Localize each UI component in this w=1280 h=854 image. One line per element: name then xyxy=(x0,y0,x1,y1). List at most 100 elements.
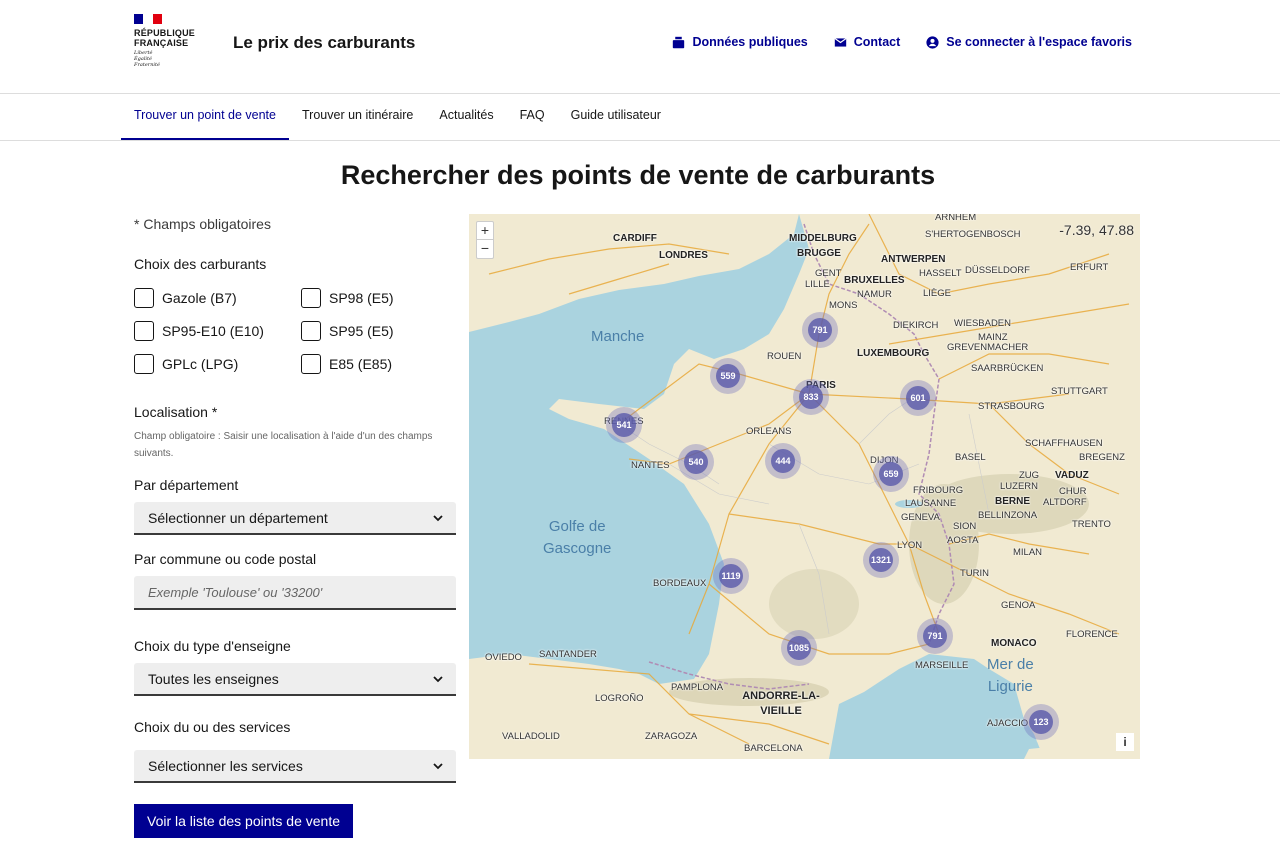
fuel-checkbox-sp98[interactable]: SP98 (E5) xyxy=(301,288,394,308)
city-label: MONS xyxy=(829,300,858,311)
station-cluster[interactable]: 541 xyxy=(606,407,642,443)
fuel-label: Gazole (B7) xyxy=(162,290,237,306)
checkbox[interactable] xyxy=(301,321,321,341)
cluster-count: 833 xyxy=(799,385,823,409)
zoom-out-button[interactable]: − xyxy=(477,240,493,258)
fuel-label: SP98 (E5) xyxy=(329,290,394,306)
map-base-layer xyxy=(469,214,1140,759)
tab-user-guide[interactable]: Guide utilisateur xyxy=(558,94,674,140)
station-cluster[interactable]: 1119 xyxy=(713,558,749,594)
station-cluster[interactable]: 601 xyxy=(900,380,936,416)
tab-news[interactable]: Actualités xyxy=(426,94,506,140)
show-stations-list-button[interactable]: Voir la liste des points de vente xyxy=(134,804,354,838)
sea-label: Golfe de Gascogne xyxy=(543,518,612,557)
cluster-count: 541 xyxy=(612,413,636,437)
city-label: GREVENMACHER xyxy=(947,342,1029,353)
map-coordinates: -7.39, 47.88 xyxy=(1059,222,1134,238)
fuel-checkbox-gplc[interactable]: GPLc (LPG) xyxy=(134,354,238,374)
station-cluster[interactable]: 659 xyxy=(873,456,909,492)
fuel-checkbox-sp95[interactable]: SP95 (E5) xyxy=(301,321,394,341)
map-attribution-info-button[interactable]: i xyxy=(1116,733,1134,751)
sea-label: Manche xyxy=(591,328,645,345)
zoom-control: + − xyxy=(476,221,494,259)
city-label: LONDRES xyxy=(659,250,708,261)
city-label: ANTWERPEN xyxy=(881,254,946,265)
open-data-link[interactable]: Données publiques xyxy=(672,35,808,49)
brand-type-select[interactable]: Toutes les enseignes xyxy=(134,663,456,696)
city-label: VADUZ xyxy=(1055,470,1089,481)
tab-faq[interactable]: FAQ xyxy=(507,94,558,140)
checkbox[interactable] xyxy=(134,321,154,341)
city-label: ALTDORF xyxy=(1043,497,1087,508)
city-label: STRASBOURG xyxy=(978,401,1045,412)
station-cluster[interactable]: 540 xyxy=(678,444,714,480)
station-cluster[interactable]: 444 xyxy=(765,443,801,479)
station-cluster[interactable]: 559 xyxy=(710,358,746,394)
fuel-choice-label: Choix des carburants xyxy=(134,256,267,272)
site-title[interactable]: Le prix des carburants xyxy=(233,33,415,53)
city-label: BELLINZONA xyxy=(978,510,1038,521)
commune-input[interactable]: Exemple 'Toulouse' ou '33200' xyxy=(134,576,456,610)
department-select[interactable]: Sélectionner un département xyxy=(134,502,456,535)
city-label: BREGENZ xyxy=(1079,452,1125,463)
login-link[interactable]: Se connecter à l'espace favoris xyxy=(926,35,1132,49)
required-note: * Champs obligatoires xyxy=(134,216,271,232)
tab-find-route[interactable]: Trouver un itinéraire xyxy=(289,94,426,140)
checkbox[interactable] xyxy=(134,288,154,308)
fuel-label: GPLc (LPG) xyxy=(162,356,239,372)
cluster-count: 123 xyxy=(1029,710,1053,734)
city-label: MILAN xyxy=(1013,547,1043,558)
department-label: Par département xyxy=(134,477,239,493)
city-label: SANTANDER xyxy=(539,649,597,660)
city-label: TRENTO xyxy=(1072,519,1111,530)
city-label: ARNHEM xyxy=(935,214,977,223)
city-label: SION xyxy=(953,521,977,532)
city-label: STUTTGART xyxy=(1051,386,1108,397)
checkbox[interactable] xyxy=(134,354,154,374)
fuel-checkbox-sp95-e10[interactable]: SP95-E10 (E10) xyxy=(134,321,264,341)
cluster-count: 791 xyxy=(923,624,947,648)
cluster-count: 791 xyxy=(808,318,832,342)
checkbox[interactable] xyxy=(301,354,321,374)
brand-type-select-value: Toutes les enseignes xyxy=(148,670,279,687)
stations-map[interactable]: Manche Golfe de Gascogne Mer de Ligurie … xyxy=(469,214,1140,759)
station-cluster[interactable]: 791 xyxy=(917,618,953,654)
tab-find-station[interactable]: Trouver un point de vente xyxy=(121,94,289,140)
checkbox[interactable] xyxy=(301,288,321,308)
station-cluster[interactable]: 1321 xyxy=(863,542,899,578)
city-label: LYON xyxy=(897,540,923,551)
zoom-in-button[interactable]: + xyxy=(477,222,493,240)
city-label: DÜSSELDORF xyxy=(965,265,1030,276)
station-cluster[interactable]: 833 xyxy=(793,379,829,415)
city-label: S'HERTOGENBOSCH xyxy=(925,229,1021,240)
fuel-checkbox-e85[interactable]: E85 (E85) xyxy=(301,354,392,374)
contact-link[interactable]: Contact xyxy=(834,35,900,49)
services-select[interactable]: Sélectionner les services xyxy=(134,750,456,783)
city-label: LUXEMBOURG xyxy=(857,348,930,359)
city-label: OVIEDO xyxy=(485,652,522,663)
station-cluster[interactable]: 1085 xyxy=(781,630,817,666)
city-label: LIÈGE xyxy=(923,288,951,299)
cluster-count: 444 xyxy=(771,449,795,473)
city-label: NAMUR xyxy=(857,289,892,300)
city-label: LOGROÑO xyxy=(595,693,644,704)
city-label: MARSEILLE xyxy=(915,660,969,671)
city-label: CHUR xyxy=(1059,486,1087,497)
location-label: Localisation * xyxy=(134,404,218,420)
city-label: ERFURT xyxy=(1070,262,1109,273)
republique-francaise-logo[interactable]: RÉPUBLIQUE FRANÇAISE Liberté Égalité Fra… xyxy=(134,14,214,68)
city-label: BERNE xyxy=(995,496,1031,507)
city-label: AJACCIO xyxy=(987,718,1029,729)
department-select-value: Sélectionner un département xyxy=(148,509,328,526)
station-cluster[interactable]: 791 xyxy=(802,312,838,348)
city-label: ZUG xyxy=(1019,470,1040,481)
logo-title: RÉPUBLIQUE FRANÇAISE xyxy=(134,28,196,48)
station-cluster[interactable]: 123 xyxy=(1023,704,1059,740)
header-tools: Données publiques Contact Se connecter à… xyxy=(672,35,1132,49)
commune-label: Par commune ou code postal xyxy=(134,551,317,567)
cluster-count: 559 xyxy=(716,364,740,388)
city-label: LILLE xyxy=(805,279,830,290)
fuel-checkbox-gazole[interactable]: Gazole (B7) xyxy=(134,288,237,308)
main-nav: Trouver un point de vente Trouver un iti… xyxy=(0,94,1280,141)
cluster-count: 1321 xyxy=(869,548,893,572)
